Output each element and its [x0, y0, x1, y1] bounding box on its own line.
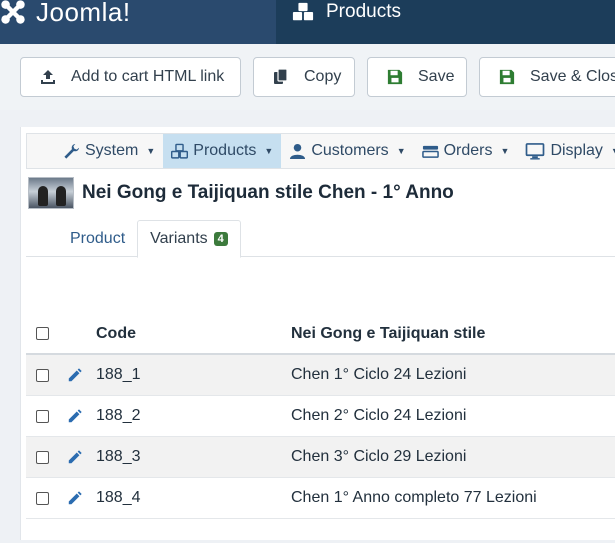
product-thumbnail	[28, 177, 74, 209]
table-row: 188_1 Chen 1° Ciclo 24 Lezioni	[26, 355, 615, 396]
menu-system[interactable]: System ▼	[55, 134, 163, 168]
tab-bar: Product Variants 4	[26, 220, 615, 258]
cubes-icon	[171, 143, 189, 159]
edit-pencil-icon[interactable]	[56, 367, 96, 383]
page-heading: Products	[276, 0, 615, 44]
page-title: Products	[326, 1, 401, 22]
menu-display[interactable]: Display ▼	[517, 134, 615, 168]
top-header: Joomla! Products	[0, 0, 615, 44]
save-label: Save	[418, 68, 455, 85]
copy-button[interactable]: Copy	[253, 57, 355, 97]
cell-code: 188_1	[96, 366, 141, 383]
cell-name: Chen 1° Anno completo 77 Lezioni	[291, 489, 537, 506]
add-to-cart-html-link-button[interactable]: Add to cart HTML link	[20, 57, 241, 97]
wrench-icon	[64, 143, 80, 159]
add-to-cart-label: Add to cart HTML link	[71, 68, 225, 85]
monitor-icon	[526, 142, 545, 160]
table-row: 188_4 Chen 1° Anno completo 77 Lezioni	[26, 478, 615, 519]
caret-down-icon: ▼	[396, 146, 406, 156]
row-checkbox[interactable]	[36, 368, 49, 382]
menu-orders[interactable]: Orders ▼	[414, 134, 518, 168]
cell-name: Chen 1° Ciclo 24 Lezioni	[291, 366, 467, 383]
joomla-logo-icon	[1, 0, 25, 24]
tab-variants[interactable]: Variants 4	[137, 220, 241, 258]
edit-pencil-icon[interactable]	[56, 449, 96, 465]
save-close-label: Save & Close	[530, 68, 615, 85]
caret-down-icon: ▼	[264, 146, 274, 156]
menu-products-label: Products	[193, 142, 257, 159]
row-checkbox[interactable]	[36, 491, 49, 505]
tab-product[interactable]: Product	[58, 220, 137, 257]
list-icon	[421, 145, 439, 158]
menu-display-label: Display	[550, 142, 603, 159]
copy-icon	[272, 68, 290, 86]
table-header: Code Nei Gong e Taijiquan stile	[26, 314, 615, 355]
product-title-row: Nei Gong e Taijiquan stile Chen - 1° Ann…	[28, 177, 454, 209]
caret-down-icon: ▼	[500, 146, 510, 156]
edit-pencil-icon[interactable]	[56, 490, 96, 506]
save-close-button[interactable]: Save & Close	[479, 57, 615, 97]
tab-variants-label: Variants	[150, 230, 208, 247]
caret-down-icon: ▼	[146, 146, 156, 156]
brand-area[interactable]: Joomla!	[0, 0, 276, 44]
brand-name: Joomla!	[36, 0, 131, 27]
cell-name: Chen 2° Ciclo 24 Lezioni	[291, 407, 467, 424]
table-row: 188_2 Chen 2° Ciclo 24 Lezioni	[26, 396, 615, 437]
toolbar: Add to cart HTML link Copy Save Save & C…	[0, 44, 615, 110]
select-all-checkbox[interactable]	[36, 327, 49, 340]
variants-count-badge: 4	[213, 232, 228, 246]
upload-icon	[39, 68, 57, 86]
edit-pencil-icon[interactable]	[56, 408, 96, 424]
floppy-icon	[498, 68, 516, 86]
menu-customers-label: Customers	[311, 142, 389, 159]
cubes-icon	[292, 2, 314, 21]
caret-down-icon: ▼	[611, 146, 615, 156]
product-title: Nei Gong e Taijiquan stile Chen - 1° Ann…	[82, 182, 454, 203]
table-row: 188_3 Chen 3° Ciclo 29 Lezioni	[26, 437, 615, 478]
cell-code: 188_4	[96, 489, 141, 506]
menu-system-label: System	[85, 142, 139, 159]
row-checkbox[interactable]	[36, 450, 49, 464]
cell-name: Chen 3° Ciclo 29 Lezioni	[291, 448, 467, 465]
menu-customers[interactable]: Customers ▼	[281, 134, 413, 168]
copy-label: Copy	[304, 68, 342, 85]
tab-product-label: Product	[70, 229, 126, 247]
cell-code: 188_3	[96, 448, 141, 465]
menu-products[interactable]: Products ▼	[163, 134, 282, 168]
header-name[interactable]: Nei Gong e Taijiquan stile	[291, 325, 615, 343]
joomla-logo[interactable]: Joomla!	[0, 0, 131, 29]
user-icon	[290, 143, 306, 159]
save-button[interactable]: Save	[367, 57, 467, 97]
cell-code: 188_2	[96, 407, 141, 424]
header-code[interactable]: Code	[96, 325, 291, 343]
floppy-icon	[386, 68, 404, 86]
row-checkbox[interactable]	[36, 409, 49, 423]
menu-orders-label: Orders	[443, 142, 493, 159]
variants-table: Code Nei Gong e Taijiquan stile 188_1 Ch…	[26, 314, 615, 519]
product-menubar: System ▼ Products ▼ Customers ▼ Orders ▼…	[26, 133, 615, 169]
main-panel: System ▼ Products ▼ Customers ▼ Orders ▼…	[20, 127, 615, 540]
